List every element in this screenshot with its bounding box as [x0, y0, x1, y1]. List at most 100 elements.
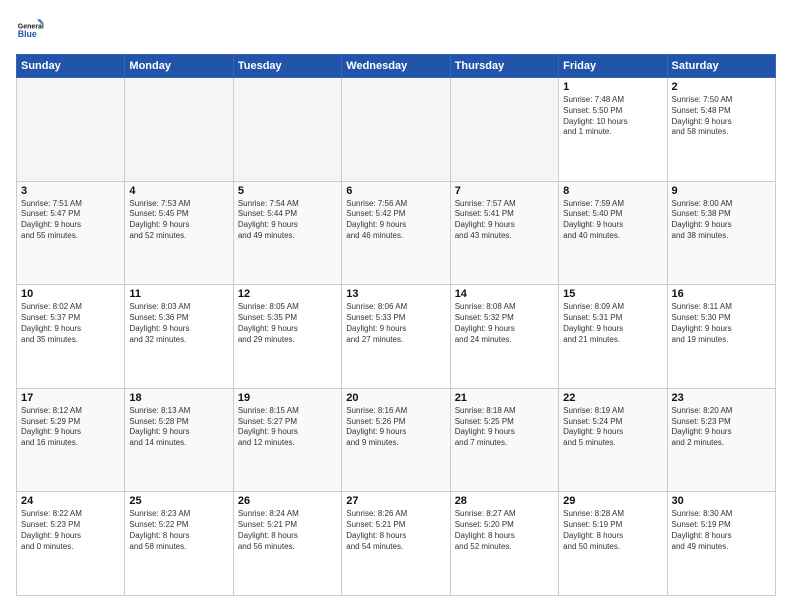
day-number: 27	[346, 495, 445, 507]
calendar-cell	[233, 78, 341, 182]
cell-content: Sunrise: 8:28 AM Sunset: 5:19 PM Dayligh…	[563, 509, 662, 552]
day-number: 3	[21, 185, 120, 197]
cell-content: Sunrise: 8:16 AM Sunset: 5:26 PM Dayligh…	[346, 406, 445, 449]
day-number: 9	[672, 185, 771, 197]
cell-content: Sunrise: 8:02 AM Sunset: 5:37 PM Dayligh…	[21, 302, 120, 345]
day-number: 26	[238, 495, 337, 507]
day-number: 22	[563, 392, 662, 404]
day-number: 14	[455, 288, 554, 300]
calendar-table: SundayMondayTuesdayWednesdayThursdayFrid…	[16, 54, 776, 596]
logo: General Blue	[16, 16, 44, 44]
weekday-header-tuesday: Tuesday	[233, 55, 341, 78]
calendar-cell: 11 Sunrise: 8:03 AM Sunset: 5:36 PM Dayli…	[125, 285, 233, 389]
weekday-header-sunday: Sunday	[17, 55, 125, 78]
calendar-cell: 8 Sunrise: 7:59 AM Sunset: 5:40 PM Daylig…	[559, 181, 667, 285]
calendar-cell: 3 Sunrise: 7:51 AM Sunset: 5:47 PM Daylig…	[17, 181, 125, 285]
cell-content: Sunrise: 8:27 AM Sunset: 5:20 PM Dayligh…	[455, 509, 554, 552]
cell-content: Sunrise: 7:56 AM Sunset: 5:42 PM Dayligh…	[346, 199, 445, 242]
weekday-header-monday: Monday	[125, 55, 233, 78]
svg-text:Blue: Blue	[18, 29, 37, 39]
cell-content: Sunrise: 8:05 AM Sunset: 5:35 PM Dayligh…	[238, 302, 337, 345]
cell-content: Sunrise: 8:15 AM Sunset: 5:27 PM Dayligh…	[238, 406, 337, 449]
day-number: 15	[563, 288, 662, 300]
cell-content: Sunrise: 7:57 AM Sunset: 5:41 PM Dayligh…	[455, 199, 554, 242]
day-number: 7	[455, 185, 554, 197]
cell-content: Sunrise: 8:20 AM Sunset: 5:23 PM Dayligh…	[672, 406, 771, 449]
weekday-header-row: SundayMondayTuesdayWednesdayThursdayFrid…	[17, 55, 776, 78]
day-number: 5	[238, 185, 337, 197]
cell-content: Sunrise: 7:48 AM Sunset: 5:50 PM Dayligh…	[563, 95, 662, 138]
day-number: 18	[129, 392, 228, 404]
calendar-cell: 10Sunrise: 8:02 AM Sunset: 5:37 PM Dayli…	[17, 285, 125, 389]
cell-content: Sunrise: 7:54 AM Sunset: 5:44 PM Dayligh…	[238, 199, 337, 242]
calendar-cell: 16Sunrise: 8:11 AM Sunset: 5:30 PM Dayli…	[667, 285, 775, 389]
calendar-cell: 29 Sunrise: 8:28 AM Sunset: 5:19 PM Dayli…	[559, 492, 667, 596]
day-number: 4	[129, 185, 228, 197]
calendar-cell: 23 Sunrise: 8:20 AM Sunset: 5:23 PM Dayli…	[667, 388, 775, 492]
calendar-cell: 7 Sunrise: 7:57 AM Sunset: 5:41 PM Daylig…	[450, 181, 558, 285]
day-number: 29	[563, 495, 662, 507]
calendar-cell	[17, 78, 125, 182]
calendar-cell: 6 Sunrise: 7:56 AM Sunset: 5:42 PM Daylig…	[342, 181, 450, 285]
calendar-cell: 27 Sunrise: 8:26 AM Sunset: 5:21 PM Dayli…	[342, 492, 450, 596]
day-number: 8	[563, 185, 662, 197]
cell-content: Sunrise: 8:03 AM Sunset: 5:36 PM Dayligh…	[129, 302, 228, 345]
day-number: 25	[129, 495, 228, 507]
cell-content: Sunrise: 8:26 AM Sunset: 5:21 PM Dayligh…	[346, 509, 445, 552]
cell-content: Sunrise: 7:51 AM Sunset: 5:47 PM Dayligh…	[21, 199, 120, 242]
calendar-cell: 20 Sunrise: 8:16 AM Sunset: 5:26 PM Dayli…	[342, 388, 450, 492]
day-number: 6	[346, 185, 445, 197]
calendar-cell: 1 Sunrise: 7:48 AM Sunset: 5:50 PM Daylig…	[559, 78, 667, 182]
weekday-header-friday: Friday	[559, 55, 667, 78]
cell-content: Sunrise: 8:18 AM Sunset: 5:25 PM Dayligh…	[455, 406, 554, 449]
calendar-cell: 26 Sunrise: 8:24 AM Sunset: 5:21 PM Dayli…	[233, 492, 341, 596]
calendar-cell: 22Sunrise: 8:19 AM Sunset: 5:24 PM Dayli…	[559, 388, 667, 492]
day-number: 13	[346, 288, 445, 300]
calendar-week-5: 24Sunrise: 8:22 AM Sunset: 5:23 PM Dayli…	[17, 492, 776, 596]
calendar-cell: 2 Sunrise: 7:50 AM Sunset: 5:48 PM Daylig…	[667, 78, 775, 182]
calendar-week-2: 3 Sunrise: 7:51 AM Sunset: 5:47 PM Daylig…	[17, 181, 776, 285]
weekday-header-saturday: Saturday	[667, 55, 775, 78]
calendar-cell	[125, 78, 233, 182]
cell-content: Sunrise: 8:23 AM Sunset: 5:22 PM Dayligh…	[129, 509, 228, 552]
calendar-cell: 14 Sunrise: 8:08 AM Sunset: 5:32 PM Dayli…	[450, 285, 558, 389]
calendar-week-1: 1 Sunrise: 7:48 AM Sunset: 5:50 PM Daylig…	[17, 78, 776, 182]
page-header: General Blue	[16, 16, 776, 44]
calendar-cell: 28 Sunrise: 8:27 AM Sunset: 5:20 PM Dayli…	[450, 492, 558, 596]
day-number: 21	[455, 392, 554, 404]
calendar-cell: 21 Sunrise: 8:18 AM Sunset: 5:25 PM Dayli…	[450, 388, 558, 492]
cell-content: Sunrise: 8:00 AM Sunset: 5:38 PM Dayligh…	[672, 199, 771, 242]
calendar-cell	[342, 78, 450, 182]
cell-content: Sunrise: 8:09 AM Sunset: 5:31 PM Dayligh…	[563, 302, 662, 345]
calendar-cell	[450, 78, 558, 182]
weekday-header-thursday: Thursday	[450, 55, 558, 78]
cell-content: Sunrise: 7:50 AM Sunset: 5:48 PM Dayligh…	[672, 95, 771, 138]
calendar-cell: 9 Sunrise: 8:00 AM Sunset: 5:38 PM Daylig…	[667, 181, 775, 285]
cell-content: Sunrise: 8:30 AM Sunset: 5:19 PM Dayligh…	[672, 509, 771, 552]
calendar-cell: 25 Sunrise: 8:23 AM Sunset: 5:22 PM Dayli…	[125, 492, 233, 596]
day-number: 1	[563, 81, 662, 93]
day-number: 24	[21, 495, 120, 507]
day-number: 2	[672, 81, 771, 93]
calendar-cell: 24Sunrise: 8:22 AM Sunset: 5:23 PM Dayli…	[17, 492, 125, 596]
day-number: 30	[672, 495, 771, 507]
cell-content: Sunrise: 8:12 AM Sunset: 5:29 PM Dayligh…	[21, 406, 120, 449]
calendar-cell: 13Sunrise: 8:06 AM Sunset: 5:33 PM Dayli…	[342, 285, 450, 389]
cell-content: Sunrise: 8:13 AM Sunset: 5:28 PM Dayligh…	[129, 406, 228, 449]
day-number: 28	[455, 495, 554, 507]
calendar-cell: 18 Sunrise: 8:13 AM Sunset: 5:28 PM Dayli…	[125, 388, 233, 492]
weekday-header-wednesday: Wednesday	[342, 55, 450, 78]
calendar-cell: 15 Sunrise: 8:09 AM Sunset: 5:31 PM Dayli…	[559, 285, 667, 389]
day-number: 20	[346, 392, 445, 404]
calendar-cell: 12 Sunrise: 8:05 AM Sunset: 5:35 PM Dayli…	[233, 285, 341, 389]
day-number: 12	[238, 288, 337, 300]
logo-icon: General Blue	[16, 16, 44, 44]
cell-content: Sunrise: 8:24 AM Sunset: 5:21 PM Dayligh…	[238, 509, 337, 552]
cell-content: Sunrise: 7:59 AM Sunset: 5:40 PM Dayligh…	[563, 199, 662, 242]
day-number: 11	[129, 288, 228, 300]
day-number: 19	[238, 392, 337, 404]
day-number: 23	[672, 392, 771, 404]
day-number: 16	[672, 288, 771, 300]
cell-content: Sunrise: 8:08 AM Sunset: 5:32 PM Dayligh…	[455, 302, 554, 345]
calendar-cell: 5 Sunrise: 7:54 AM Sunset: 5:44 PM Daylig…	[233, 181, 341, 285]
